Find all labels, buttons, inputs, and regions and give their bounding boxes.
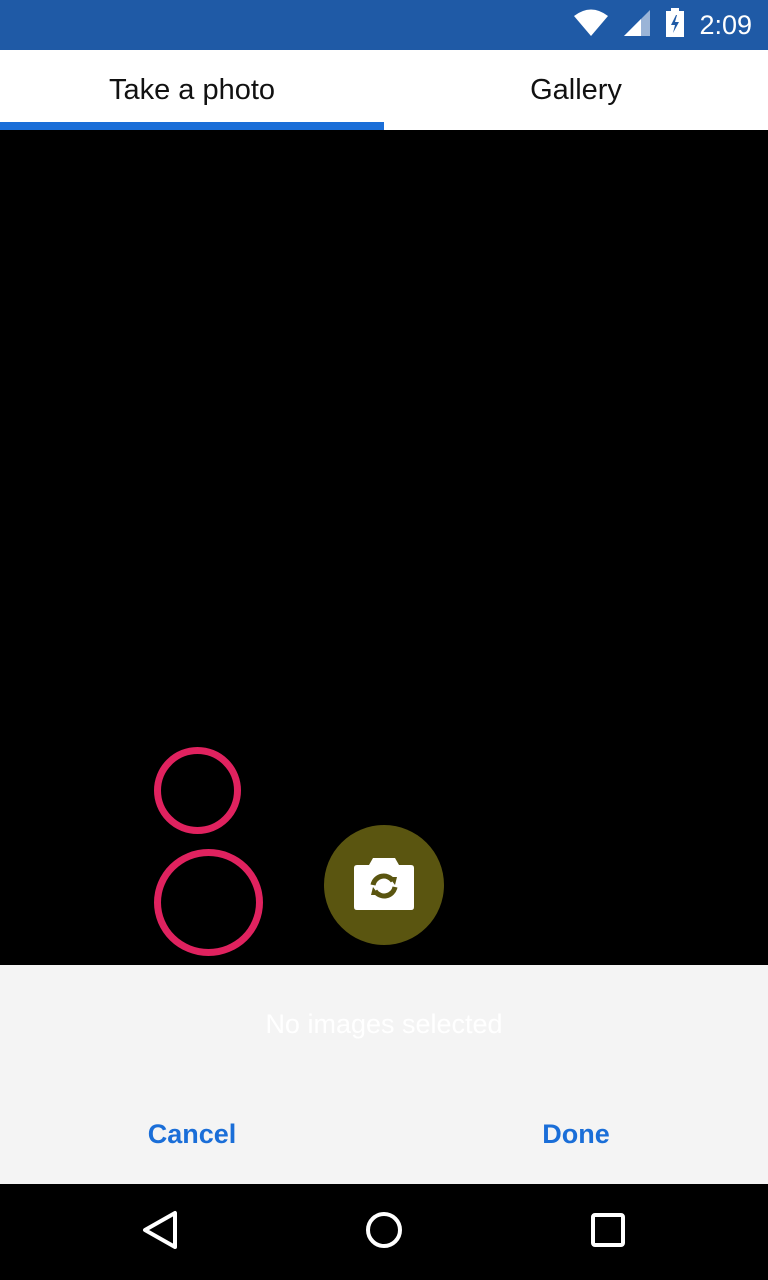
- battery-charging-icon: [665, 7, 685, 43]
- tab-gallery[interactable]: Gallery: [384, 50, 768, 130]
- back-button[interactable]: [130, 1202, 190, 1262]
- tab-bar: Take a photo Gallery: [0, 50, 768, 130]
- status-bar: 2:09: [0, 0, 768, 50]
- tab-take-a-photo[interactable]: Take a photo: [0, 50, 384, 130]
- selection-panel: No images selected Cancel Done: [0, 965, 768, 1184]
- cell-signal-icon: [623, 9, 651, 42]
- focus-ring-small-icon: [154, 747, 241, 834]
- switch-camera-button[interactable]: [324, 825, 444, 945]
- home-icon: [364, 1210, 404, 1255]
- empty-selection-message: No images selected: [265, 1009, 503, 1039]
- home-button[interactable]: [354, 1202, 414, 1262]
- back-icon: [141, 1210, 179, 1255]
- recents-icon: [590, 1212, 626, 1253]
- recents-button[interactable]: [578, 1202, 638, 1262]
- done-button[interactable]: Done: [384, 1119, 768, 1150]
- wifi-icon: [573, 9, 609, 42]
- cancel-button[interactable]: Cancel: [0, 1119, 384, 1150]
- status-time: 2:09: [699, 9, 752, 40]
- camera-switch-icon: [353, 855, 415, 916]
- focus-ring-large-icon: [154, 849, 263, 956]
- camera-preview[interactable]: [0, 130, 768, 965]
- status-icons: 2:09: [573, 0, 752, 50]
- navigation-bar: [0, 1184, 768, 1280]
